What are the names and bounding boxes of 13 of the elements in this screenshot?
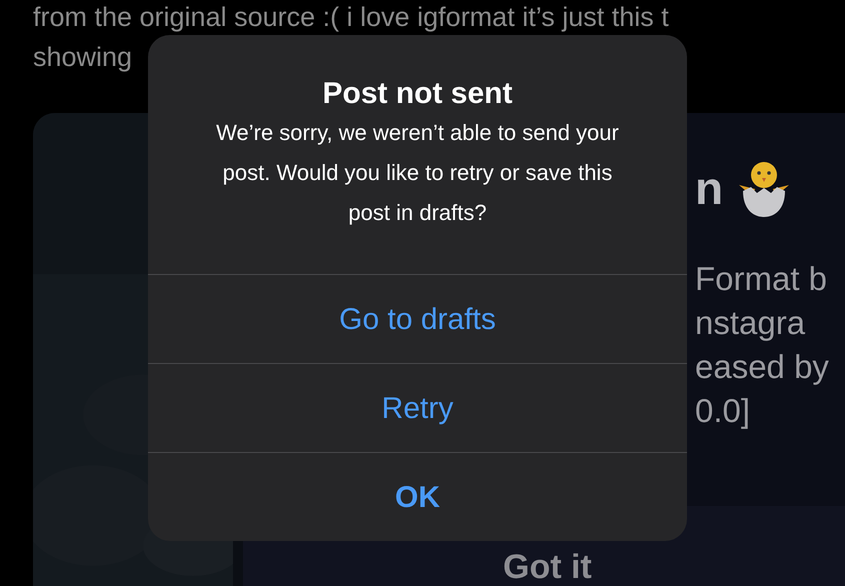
- dialog-button[interactable]: Retry: [148, 363, 687, 452]
- card-text: Format b: [695, 259, 828, 299]
- post-text: showing: [33, 41, 132, 74]
- got-it-button[interactable]: Got it: [503, 548, 592, 586]
- post-text: from the original source :( i love igformat it’s just this t: [33, 1, 669, 34]
- dialog-message: We’re sorry, we weren’t able to send your post. Would you like to retry or save this post in drafts?: [215, 119, 620, 227]
- dialog-title: Post not sent: [322, 76, 512, 112]
- card-text: nstagra: [695, 303, 806, 343]
- dialog-button[interactable]: Go to drafts: [148, 274, 687, 363]
- card-text: 0.0]: [695, 391, 750, 431]
- card-text: eased by: [695, 347, 829, 387]
- card-heading: n: [695, 165, 724, 211]
- dialog-button[interactable]: OK: [148, 452, 687, 541]
